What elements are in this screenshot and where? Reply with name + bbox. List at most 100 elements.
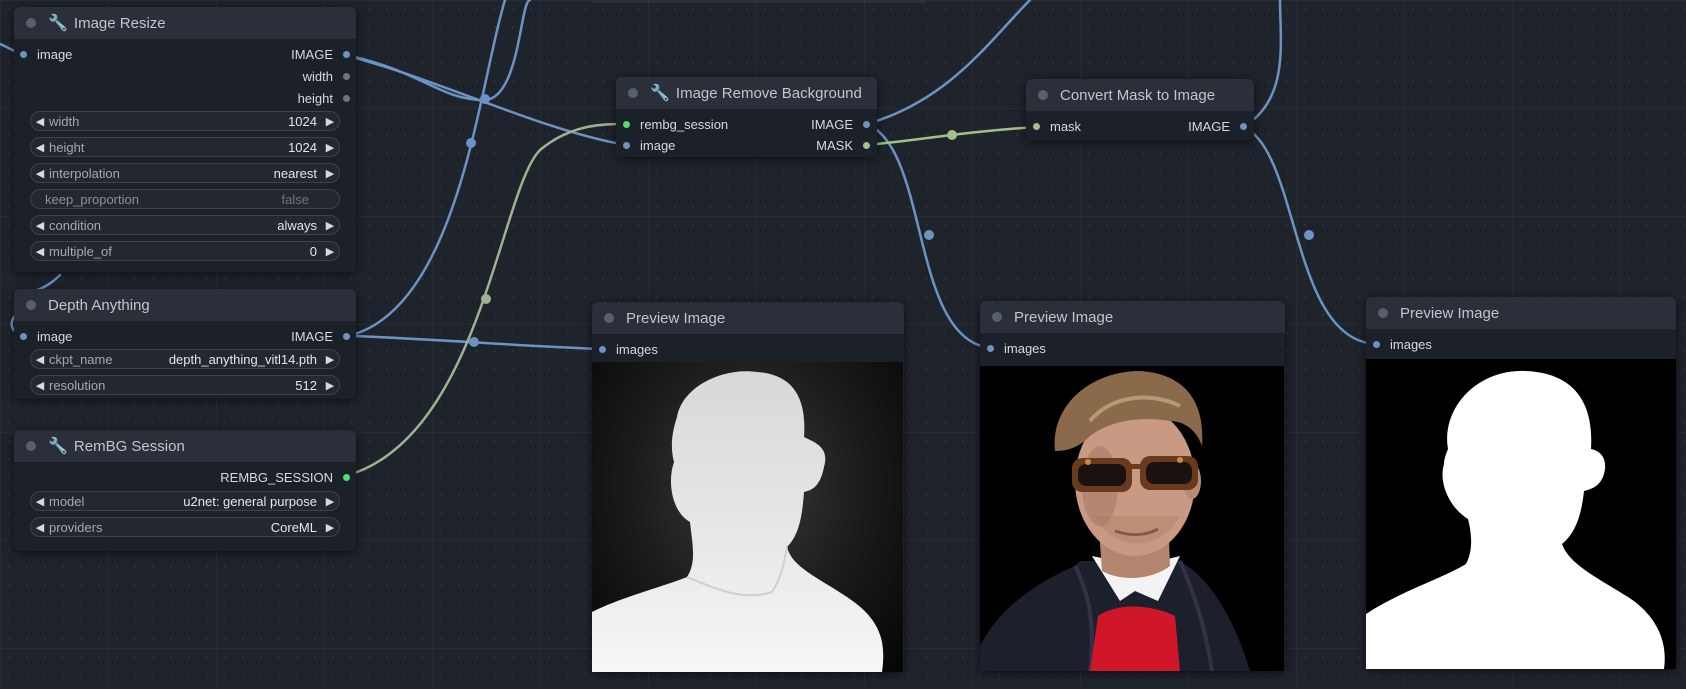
slot-dot-icon[interactable]: [343, 73, 350, 80]
input-slot-image[interactable]: image: [20, 329, 72, 344]
input-slot-images[interactable]: images: [987, 341, 1046, 356]
widget-value[interactable]: always: [277, 218, 317, 233]
widget-height[interactable]: ◀ height 1024 ▶: [30, 137, 340, 157]
node-rembg-session[interactable]: 🔧 RemBG Session REMBG_SESSION ◀ model u2…: [14, 430, 356, 551]
node-preview-image-removed-bg[interactable]: Preview Image images: [980, 301, 1285, 671]
node-header[interactable]: Preview Image: [592, 302, 904, 334]
output-slot-width[interactable]: width: [303, 69, 350, 84]
arrow-left-icon[interactable]: ◀: [31, 379, 49, 392]
node-title: Preview Image: [1400, 304, 1500, 322]
slot-dot-icon[interactable]: [1033, 123, 1040, 130]
collapse-toggle-icon[interactable]: [26, 441, 36, 451]
widget-value[interactable]: CoreML: [271, 520, 317, 535]
node-header[interactable]: Convert Mask to Image: [1026, 79, 1254, 111]
widget-value[interactable]: 0: [310, 244, 317, 259]
widget-ckpt-name[interactable]: ◀ ckpt_name depth_anything_vitl14.pth ▶: [30, 349, 340, 369]
slot-dot-icon[interactable]: [343, 51, 350, 58]
collapse-toggle-icon[interactable]: [604, 313, 614, 323]
collapse-toggle-icon[interactable]: [26, 300, 36, 310]
collapse-toggle-icon[interactable]: [628, 88, 638, 98]
arrow-right-icon[interactable]: ▶: [321, 167, 339, 180]
widget-multiple-of[interactable]: ◀ multiple_of 0 ▶: [30, 241, 340, 261]
node-image-resize[interactable]: 🔧 Image Resize image IMAGE width height …: [14, 7, 356, 272]
input-slot-image[interactable]: image: [623, 138, 675, 153]
slot-dot-icon[interactable]: [863, 121, 870, 128]
node-header[interactable]: 🔧 Image Remove Background: [616, 77, 877, 109]
widget-value[interactable]: depth_anything_vitl14.pth: [169, 352, 317, 367]
widget-condition[interactable]: ◀ condition always ▶: [30, 215, 340, 235]
arrow-left-icon[interactable]: ◀: [31, 353, 49, 366]
slot-label: images: [616, 342, 658, 357]
node-header[interactable]: Preview Image: [1366, 297, 1676, 329]
node-header[interactable]: Depth Anything: [14, 289, 356, 321]
arrow-right-icon[interactable]: ▶: [321, 379, 339, 392]
widget-value[interactable]: 1024: [288, 140, 317, 155]
arrow-left-icon[interactable]: ◀: [31, 115, 49, 128]
slot-dot-icon[interactable]: [623, 142, 630, 149]
slot-dot-icon[interactable]: [20, 333, 27, 340]
output-slot-height[interactable]: height: [298, 91, 350, 106]
arrow-left-icon[interactable]: ◀: [31, 245, 49, 258]
collapse-toggle-icon[interactable]: [26, 18, 36, 28]
arrow-right-icon[interactable]: ▶: [321, 521, 339, 534]
arrow-right-icon[interactable]: ▶: [321, 245, 339, 258]
output-slot-image[interactable]: IMAGE: [811, 117, 870, 132]
widget-value[interactable]: u2net: general purpose: [183, 494, 317, 509]
node-header[interactable]: 🔧 RemBG Session: [14, 430, 356, 462]
slot-dot-icon[interactable]: [987, 345, 994, 352]
input-slot-mask[interactable]: mask: [1033, 119, 1081, 134]
arrow-left-icon[interactable]: ◀: [31, 521, 49, 534]
arrow-right-icon[interactable]: ▶: [321, 219, 339, 232]
arrow-left-icon[interactable]: ◀: [31, 141, 49, 154]
collapse-toggle-icon[interactable]: [992, 312, 1002, 322]
widget-value[interactable]: 512: [295, 378, 317, 393]
arrow-right-icon[interactable]: ▶: [321, 353, 339, 366]
widget-value[interactable]: nearest: [274, 166, 317, 181]
node-header[interactable]: 🔧 Image Resize: [14, 7, 356, 39]
node-header[interactable]: Preview Image: [980, 301, 1285, 333]
arrow-right-icon[interactable]: ▶: [321, 495, 339, 508]
node-preview-image-depth[interactable]: Preview Image images: [592, 302, 904, 672]
link-depth-up: [353, 0, 507, 336]
widget-width[interactable]: ◀ width 1024 ▶: [30, 111, 340, 131]
output-slot-image[interactable]: IMAGE: [291, 329, 350, 344]
node-convert-mask-to-image[interactable]: Convert Mask to Image mask IMAGE: [1026, 79, 1254, 140]
arrow-right-icon[interactable]: ▶: [321, 115, 339, 128]
widget-keep-proportion[interactable]: keep_proportion false: [30, 189, 340, 209]
arrow-left-icon[interactable]: ◀: [31, 167, 49, 180]
widget-providers[interactable]: ◀ providers CoreML ▶: [30, 517, 340, 537]
slot-dot-icon[interactable]: [343, 95, 350, 102]
node-title: Preview Image: [1014, 308, 1114, 326]
collapse-toggle-icon[interactable]: [1378, 308, 1388, 318]
widget-resolution[interactable]: ◀ resolution 512 ▶: [30, 375, 340, 395]
link-session-to-removebg: [343, 122, 628, 478]
slot-dot-icon[interactable]: [623, 121, 630, 128]
collapse-toggle-icon[interactable]: [1038, 90, 1048, 100]
output-slot-mask[interactable]: MASK: [816, 138, 870, 153]
widget-value[interactable]: false: [282, 192, 309, 207]
widget-interpolation[interactable]: ◀ interpolation nearest ▶: [30, 163, 340, 183]
output-slot-image[interactable]: IMAGE: [291, 47, 350, 62]
input-slot-rembg-session[interactable]: rembg_session: [623, 117, 728, 132]
slot-label: images: [1004, 341, 1046, 356]
slot-dot-icon[interactable]: [343, 333, 350, 340]
node-preview-image-mask[interactable]: Preview Image images: [1366, 297, 1676, 669]
input-slot-image[interactable]: image: [20, 47, 72, 62]
node-image-remove-background[interactable]: 🔧 Image Remove Background rembg_session …: [616, 77, 877, 157]
slot-dot-icon[interactable]: [599, 346, 606, 353]
slot-dot-icon[interactable]: [863, 142, 870, 149]
slot-dot-icon[interactable]: [1373, 341, 1380, 348]
input-slot-images[interactable]: images: [1373, 337, 1432, 352]
arrow-right-icon[interactable]: ▶: [321, 141, 339, 154]
output-slot-rembg-session[interactable]: REMBG_SESSION: [220, 470, 350, 485]
slot-dot-icon[interactable]: [1240, 123, 1247, 130]
widget-value[interactable]: 1024: [288, 114, 317, 129]
arrow-left-icon[interactable]: ◀: [31, 495, 49, 508]
output-slot-image[interactable]: IMAGE: [1188, 119, 1247, 134]
input-slot-images[interactable]: images: [599, 342, 658, 357]
widget-model[interactable]: ◀ model u2net: general purpose ▶: [30, 491, 340, 511]
node-depth-anything[interactable]: Depth Anything image IMAGE ◀ ckpt_name d…: [14, 289, 356, 399]
arrow-left-icon[interactable]: ◀: [31, 219, 49, 232]
slot-dot-icon[interactable]: [343, 474, 350, 481]
slot-dot-icon[interactable]: [20, 51, 27, 58]
